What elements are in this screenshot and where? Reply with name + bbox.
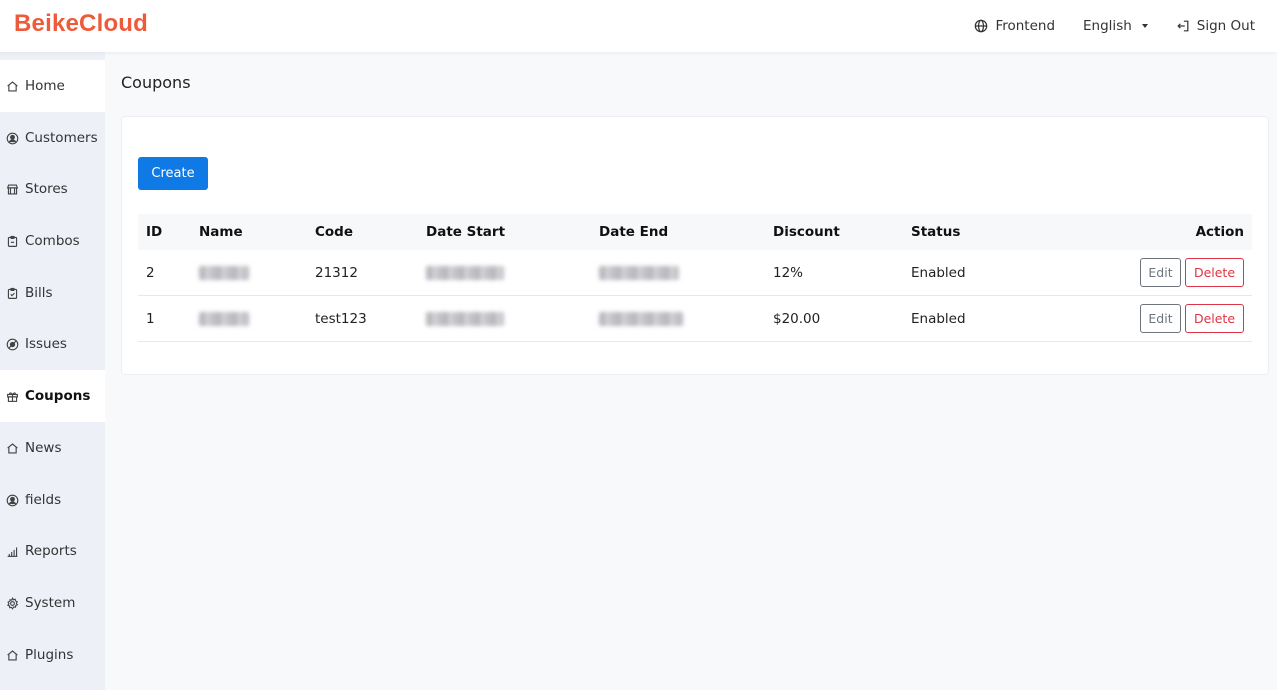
coupons-card: Create ID Name Code Date Start Date End … xyxy=(121,116,1269,375)
cell-status: Enabled xyxy=(911,264,966,281)
delete-button[interactable]: Delete xyxy=(1185,258,1244,287)
life-ring-icon xyxy=(6,338,19,350)
sidebar-item-home[interactable]: Home xyxy=(0,60,105,112)
cell-discount: $20.00 xyxy=(773,310,821,327)
home-icon xyxy=(7,442,18,454)
sidebar-item-label: News xyxy=(25,440,62,456)
sign-out-link[interactable]: Sign Out xyxy=(1176,18,1255,34)
sidebar-item-label: Issues xyxy=(25,336,67,352)
sidebar-item-stores[interactable]: Stores xyxy=(0,163,105,215)
sidebar-item-customers[interactable]: Customers xyxy=(0,112,105,164)
cell-id: 2 xyxy=(146,264,155,281)
gift-icon xyxy=(7,391,18,402)
sidebar-item-label: Combos xyxy=(25,233,80,249)
header-code: Code xyxy=(315,224,354,240)
top-bar: BeikeCloud Frontend English Sign Out xyxy=(0,0,1277,52)
caret-down-icon xyxy=(1141,24,1148,28)
cell-date-end-redacted xyxy=(599,296,683,341)
logo[interactable]: BeikeCloud xyxy=(14,10,148,38)
sidebar-item-news[interactable]: News xyxy=(0,422,105,474)
edit-button[interactable]: Edit xyxy=(1140,304,1181,333)
header-name: Name xyxy=(199,224,243,240)
language-label: English xyxy=(1083,18,1132,34)
cell-status: Enabled xyxy=(911,310,966,327)
cell-discount: 12% xyxy=(773,264,804,281)
cell-code: test123 xyxy=(315,310,367,327)
sign-out-label: Sign Out xyxy=(1196,18,1255,34)
home-icon xyxy=(7,649,18,661)
sidebar-item-label: Stores xyxy=(25,181,68,197)
sidebar-item-label: Bills xyxy=(25,285,53,301)
sidebar-item-combos[interactable]: Combos xyxy=(0,215,105,267)
sign-out-icon xyxy=(1177,20,1189,32)
top-nav: Frontend English Sign Out xyxy=(974,0,1255,52)
sidebar-item-label: Customers xyxy=(25,130,98,146)
cell-date-start-redacted xyxy=(426,250,504,295)
sidebar-item-label: System xyxy=(25,595,76,611)
header-action: Action xyxy=(1195,224,1244,240)
user-circle-icon xyxy=(6,132,19,144)
store-icon xyxy=(6,183,19,195)
sidebar-item-label: Plugins xyxy=(25,647,74,663)
cell-date-end-redacted xyxy=(599,250,679,295)
edit-button[interactable]: Edit xyxy=(1140,258,1181,287)
sidebar: Home Customers Stores Combos Bills Issue… xyxy=(0,52,105,690)
sidebar-item-plugins[interactable]: Plugins xyxy=(0,629,105,681)
language-dropdown[interactable]: English xyxy=(1083,18,1148,34)
page-title: Coupons xyxy=(121,73,191,92)
globe-icon xyxy=(975,19,988,33)
header-date-start: Date Start xyxy=(426,224,506,240)
cell-name-redacted xyxy=(199,250,249,295)
sidebar-item-system[interactable]: System xyxy=(0,577,105,629)
sidebar-item-label: Reports xyxy=(25,543,77,559)
sidebar-item-coupons[interactable]: Coupons xyxy=(0,370,105,422)
cell-id: 1 xyxy=(146,310,155,327)
sidebar-item-fields[interactable]: fields xyxy=(0,474,105,526)
sidebar-item-bills[interactable]: Bills xyxy=(0,267,105,319)
cell-action: Edit Delete xyxy=(1140,250,1244,295)
header-discount: Discount xyxy=(773,224,840,240)
sidebar-item-label: Coupons xyxy=(25,388,91,404)
home-icon xyxy=(7,80,18,92)
create-button[interactable]: Create xyxy=(138,157,208,190)
header-date-end: Date End xyxy=(599,224,669,240)
user-circle-icon xyxy=(6,494,19,506)
delete-button[interactable]: Delete xyxy=(1185,304,1244,333)
bar-chart-icon xyxy=(7,546,18,557)
frontend-link[interactable]: Frontend xyxy=(974,18,1055,34)
cell-action: Edit Delete xyxy=(1140,296,1244,341)
sidebar-item-reports[interactable]: Reports xyxy=(0,525,105,577)
gear-icon xyxy=(7,596,19,610)
clipboard-icon xyxy=(7,235,18,247)
header-id: ID xyxy=(146,224,163,240)
sidebar-item-label: fields xyxy=(25,492,62,508)
table-row: 1 test123 $20.00 Enabled Edit Delete xyxy=(138,296,1252,342)
cell-name-redacted xyxy=(199,296,249,341)
table-header: ID Name Code Date Start Date End Discoun… xyxy=(138,214,1252,250)
sidebar-item-label: Home xyxy=(25,78,65,94)
cell-code: 21312 xyxy=(315,264,358,281)
header-status: Status xyxy=(911,224,961,240)
clipboard-check-icon xyxy=(7,287,18,299)
cell-date-start-redacted xyxy=(426,296,504,341)
table-row: 2 21312 12% Enabled Edit Delete xyxy=(138,250,1252,296)
frontend-label: Frontend xyxy=(995,18,1056,34)
sidebar-item-issues[interactable]: Issues xyxy=(0,318,105,370)
coupons-table: ID Name Code Date Start Date End Discoun… xyxy=(138,214,1252,342)
